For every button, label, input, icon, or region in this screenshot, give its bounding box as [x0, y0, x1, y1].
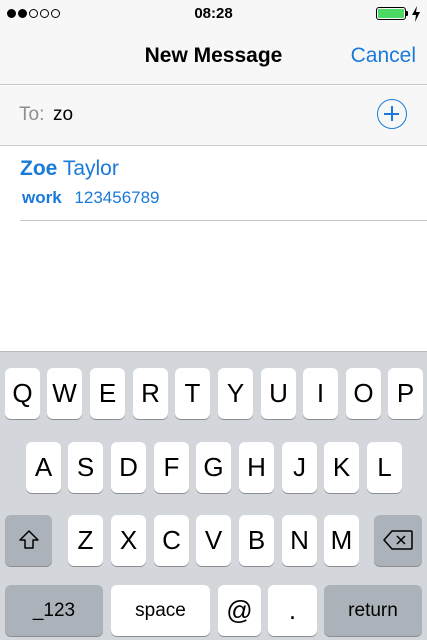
period-key[interactable]: .: [268, 585, 317, 636]
recipient-row: To:: [0, 86, 427, 146]
key-u[interactable]: U: [261, 368, 296, 419]
numbers-key[interactable]: _123: [5, 585, 103, 636]
key-l[interactable]: L: [367, 442, 402, 493]
battery-icon: [376, 7, 406, 20]
divider: [20, 220, 427, 221]
space-key[interactable]: space: [111, 585, 210, 636]
battery-level: [378, 9, 404, 18]
battery-cap: [406, 11, 408, 16]
status-time: 08:28: [194, 5, 233, 22]
key-b[interactable]: B: [239, 515, 274, 566]
status-bar: 08:28: [0, 0, 427, 28]
suggestion-phone-type: work: [22, 188, 62, 207]
return-key[interactable]: return: [324, 585, 422, 636]
at-key[interactable]: @: [218, 585, 261, 636]
cancel-button[interactable]: Cancel: [351, 44, 416, 68]
suggestion-last-name: Taylor: [62, 157, 119, 180]
to-label: To:: [19, 104, 45, 125]
suggestion-name: Zoe Taylor: [20, 157, 119, 181]
shift-icon: [18, 530, 39, 549]
key-h[interactable]: H: [239, 442, 274, 493]
key-c[interactable]: C: [154, 515, 189, 566]
key-q[interactable]: Q: [5, 368, 40, 419]
key-x[interactable]: X: [111, 515, 146, 566]
key-t[interactable]: T: [175, 368, 210, 419]
bolt-icon: [412, 6, 420, 22]
key-j[interactable]: J: [282, 442, 317, 493]
suggestion-phone: work 123456789: [22, 188, 160, 208]
key-o[interactable]: O: [346, 368, 381, 419]
shift-key[interactable]: [5, 515, 52, 566]
key-w[interactable]: W: [47, 368, 82, 419]
suggestion-phone-number: 123456789: [74, 188, 160, 207]
plus-circle-icon[interactable]: [377, 99, 407, 129]
keyboard: Q W E R T Y U I O P A S D F G H J K L Z …: [0, 351, 427, 640]
key-a[interactable]: A: [26, 442, 61, 493]
key-i[interactable]: I: [303, 368, 338, 419]
navigation-bar: New Message Cancel: [0, 28, 427, 85]
key-m[interactable]: M: [324, 515, 359, 566]
backspace-icon: [383, 530, 413, 550]
key-n[interactable]: N: [282, 515, 317, 566]
key-s[interactable]: S: [68, 442, 103, 493]
suggestion-first-name: Zoe: [20, 157, 58, 180]
recipient-input[interactable]: [53, 100, 353, 130]
key-k[interactable]: K: [324, 442, 359, 493]
key-r[interactable]: R: [133, 368, 168, 419]
key-p[interactable]: P: [388, 368, 423, 419]
key-v[interactable]: V: [196, 515, 231, 566]
key-z[interactable]: Z: [68, 515, 103, 566]
delete-key[interactable]: [374, 515, 422, 566]
key-f[interactable]: F: [154, 442, 189, 493]
contact-suggestion[interactable]: Zoe Taylor work 123456789: [0, 147, 427, 221]
key-d[interactable]: D: [111, 442, 146, 493]
key-y[interactable]: Y: [218, 368, 253, 419]
key-g[interactable]: G: [196, 442, 231, 493]
key-e[interactable]: E: [90, 368, 125, 419]
